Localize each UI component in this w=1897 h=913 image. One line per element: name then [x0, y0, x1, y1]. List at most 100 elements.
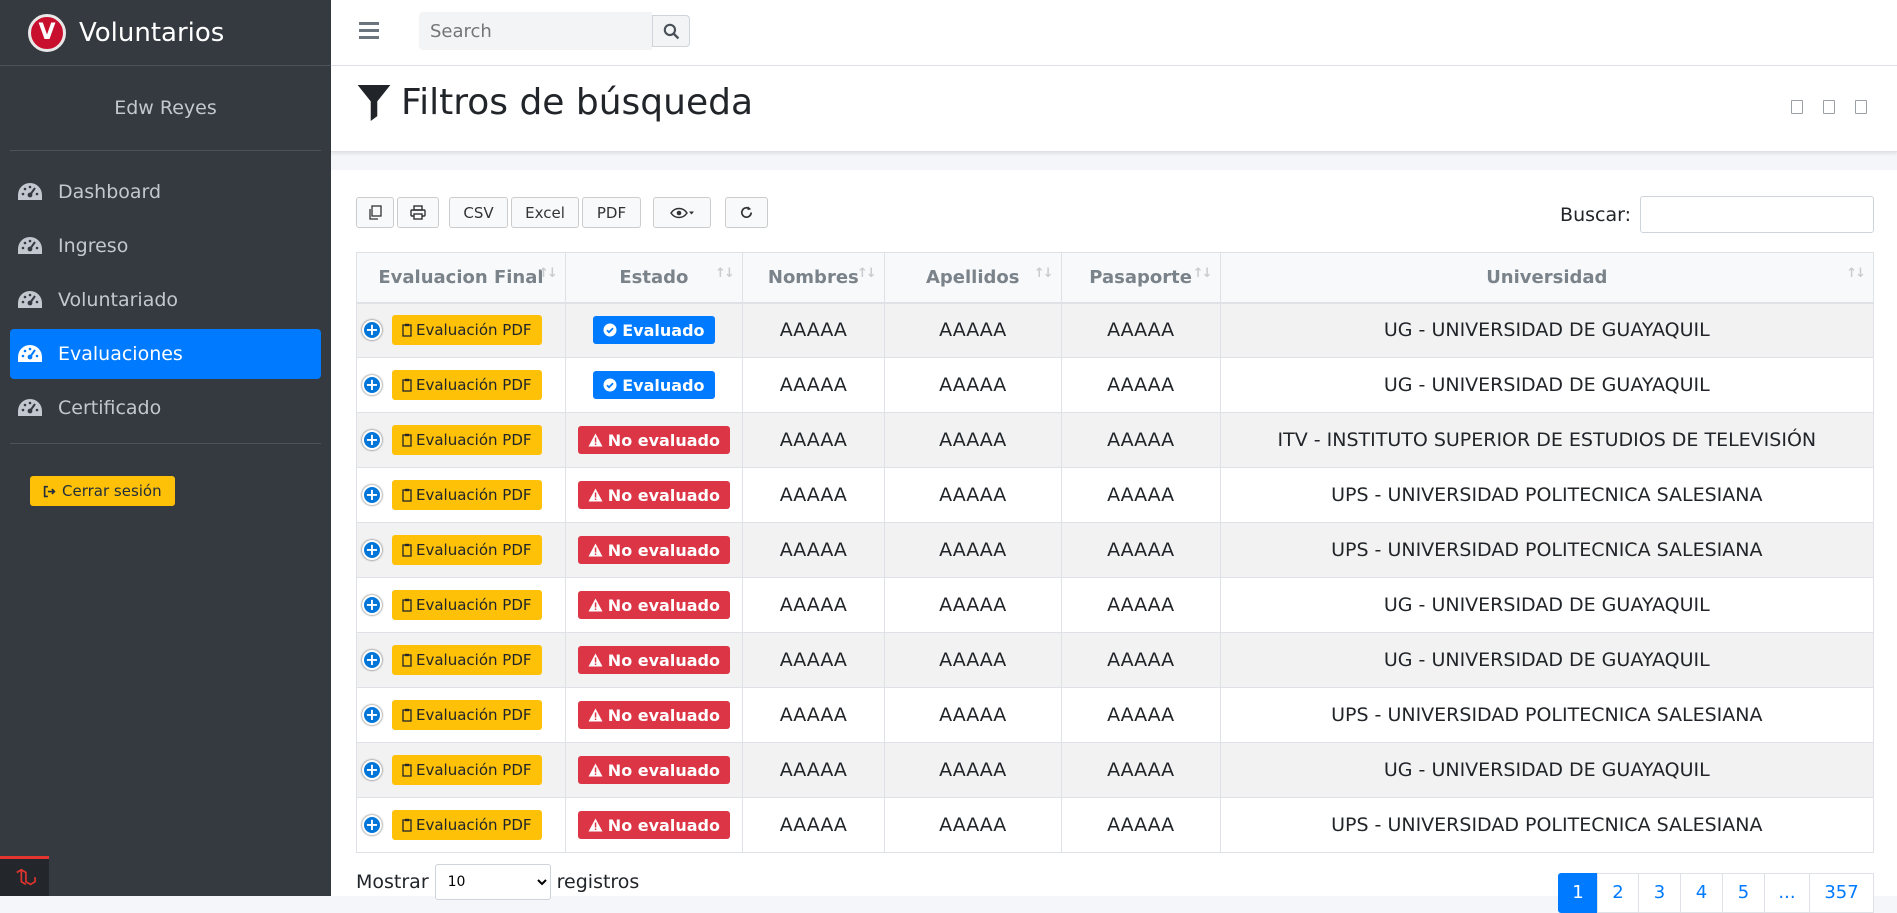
clipboard-icon — [402, 818, 412, 832]
copy-button[interactable] — [356, 197, 394, 228]
export-buttons: CSV Excel PDF — [356, 197, 771, 228]
sidebar-item-dashboard[interactable]: Dashboard — [10, 167, 321, 217]
expand-row-icon[interactable]: + — [362, 540, 382, 560]
evaluation-pdf-label: Evaluación PDF — [416, 816, 532, 834]
column-header[interactable]: Apellidos ↑↓ — [883, 252, 1062, 304]
evaluation-pdf-button[interactable]: Evaluación PDF — [392, 810, 542, 840]
evaluation-pdf-button[interactable]: Evaluación PDF — [392, 645, 542, 675]
clipboard-icon — [402, 488, 412, 502]
column-header[interactable]: Universidad ↑↓ — [1219, 252, 1875, 304]
brand-link[interactable]: V Voluntarios — [0, 0, 331, 66]
expand-row-icon[interactable]: + — [362, 650, 382, 670]
cell-apellidos: AAAAA — [883, 357, 1062, 413]
evaluation-pdf-label: Evaluación PDF — [416, 596, 532, 614]
sidebar-item-label: Evaluaciones — [58, 343, 183, 365]
cell-pasaporte: AAAAA — [1060, 522, 1221, 578]
results-table: Evaluacion Final ↑↓ Estado ↑↓ Nombres ↑↓ Apell… — [356, 252, 1875, 853]
column-visibility-button[interactable] — [653, 197, 711, 228]
sidebar-item-ingreso[interactable]: Ingreso — [10, 221, 321, 271]
table-row: + Evaluación PDF No evaluado AAAAA AAAAA AAAA… — [356, 577, 1875, 633]
filter-label: Buscar: — [1560, 203, 1631, 226]
sort-icon: ↑↓ — [538, 266, 558, 281]
status-label: Evaluado — [622, 375, 705, 395]
page-link[interactable]: 3 — [1638, 873, 1681, 913]
sidebar-item-label: Ingreso — [58, 235, 129, 257]
search-button[interactable] — [652, 15, 690, 47]
menu-toggle-icon[interactable] — [359, 22, 379, 40]
expand-row-icon[interactable]: + — [362, 595, 382, 615]
evaluation-pdf-button[interactable]: Evaluación PDF — [392, 425, 542, 455]
expand-row-icon[interactable]: + — [362, 815, 382, 835]
evaluation-pdf-button[interactable]: Evaluación PDF — [392, 590, 542, 620]
sidebar-item-voluntariado[interactable]: Voluntariado — [10, 275, 321, 325]
excel-button[interactable]: Excel — [511, 197, 579, 228]
sort-icon: ↑↓ — [1846, 266, 1866, 281]
column-header[interactable]: Pasaporte ↑↓ — [1060, 252, 1221, 304]
cell-nombres: AAAAA — [741, 522, 885, 578]
sidebar-item-certificado[interactable]: Certificado — [10, 383, 321, 433]
page-link[interactable]: 2 — [1597, 873, 1639, 913]
page-link[interactable]: 1 — [1558, 873, 1598, 913]
cell-nombres: AAAAA — [741, 797, 885, 853]
sidebar-item-label: Voluntariado — [58, 289, 179, 311]
expand-row-icon[interactable]: + — [362, 375, 382, 395]
tachometer-icon — [16, 235, 44, 257]
cell-apellidos: AAAAA — [883, 467, 1062, 523]
page-length-select[interactable]: 10 — [434, 864, 551, 900]
content-header: Filtros de búsqueda — [331, 66, 1897, 152]
clipboard-icon — [402, 653, 412, 667]
laravel-icon[interactable] — [0, 856, 49, 896]
expand-row-icon[interactable]: + — [362, 760, 382, 780]
status-badge: No evaluado — [577, 481, 730, 509]
cell-nombres: AAAAA — [741, 742, 885, 798]
user-panel: Edw Reyes — [10, 66, 321, 151]
column-header[interactable]: Nombres ↑↓ — [741, 252, 885, 304]
expand-row-icon[interactable]: + — [362, 705, 382, 725]
sidebar-divider — [10, 443, 321, 444]
pagination: 1 2 3 4 5... 357 — [1558, 873, 1874, 913]
pdf-export-button[interactable]: PDF — [582, 197, 641, 228]
print-button[interactable] — [397, 197, 439, 228]
evaluation-pdf-button[interactable]: Evaluación PDF — [392, 755, 542, 785]
page-link[interactable]: 5 — [1722, 873, 1765, 913]
sidebar-item-evaluaciones[interactable]: Evaluaciones — [10, 329, 321, 379]
expand-row-icon[interactable]: + — [362, 320, 382, 341]
sort-icon: ↑↓ — [715, 266, 735, 281]
card-tools — [1791, 100, 1867, 114]
table-row: + Evaluación PDF No evaluado AAAAA AAAAA AAAA… — [356, 412, 1875, 468]
clipboard-icon — [402, 708, 412, 722]
evaluation-pdf-button[interactable]: Evaluación PDF — [392, 535, 542, 565]
cell-universidad: UG - UNIVERSIDAD DE GUAYAQUIL — [1219, 577, 1875, 633]
filter-input[interactable] — [1640, 196, 1874, 233]
evaluation-pdf-button[interactable]: Evaluación PDF — [392, 480, 542, 510]
table-row: + Evaluación PDF No evaluado AAAAA AAAAA AAAA… — [356, 687, 1875, 743]
evaluation-pdf-button[interactable]: Evaluación PDF — [392, 370, 542, 400]
evaluation-pdf-label: Evaluación PDF — [416, 376, 532, 394]
warning-icon — [588, 763, 603, 777]
evaluation-pdf-button[interactable]: Evaluación PDF — [392, 700, 542, 730]
page-link[interactable]: ... — [1764, 873, 1810, 913]
evaluation-pdf-label: Evaluación PDF — [416, 706, 532, 724]
status-label: No evaluado — [607, 815, 720, 835]
sidebar-item-label: Certificado — [58, 397, 162, 419]
warning-icon — [588, 433, 603, 447]
column-header[interactable]: Evaluacion Final ↑↓ — [356, 252, 566, 304]
remove-icon[interactable] — [1855, 100, 1867, 114]
refresh-icon — [741, 206, 753, 218]
user-name[interactable]: Edw Reyes — [114, 97, 217, 119]
evaluation-pdf-button[interactable]: Evaluación PDF — [392, 315, 542, 346]
expand-row-icon[interactable]: + — [362, 485, 382, 505]
logout-button[interactable]: Cerrar sesión — [30, 476, 175, 506]
csv-button[interactable]: CSV — [449, 197, 508, 228]
collapse-icon[interactable] — [1791, 100, 1803, 114]
search-input[interactable] — [419, 12, 652, 50]
reload-button[interactable] — [725, 197, 768, 228]
cell-universidad: UG - UNIVERSIDAD DE GUAYAQUIL — [1219, 302, 1875, 358]
expand-row-icon[interactable]: + — [362, 430, 382, 450]
page-link[interactable]: 4 — [1680, 873, 1723, 913]
sort-icon: ↑↓ — [1192, 266, 1213, 281]
column-header[interactable]: Estado ↑↓ — [564, 252, 743, 304]
page-link[interactable]: 357 — [1809, 873, 1874, 913]
maximize-icon[interactable] — [1823, 100, 1835, 114]
status-label: No evaluado — [607, 485, 720, 505]
